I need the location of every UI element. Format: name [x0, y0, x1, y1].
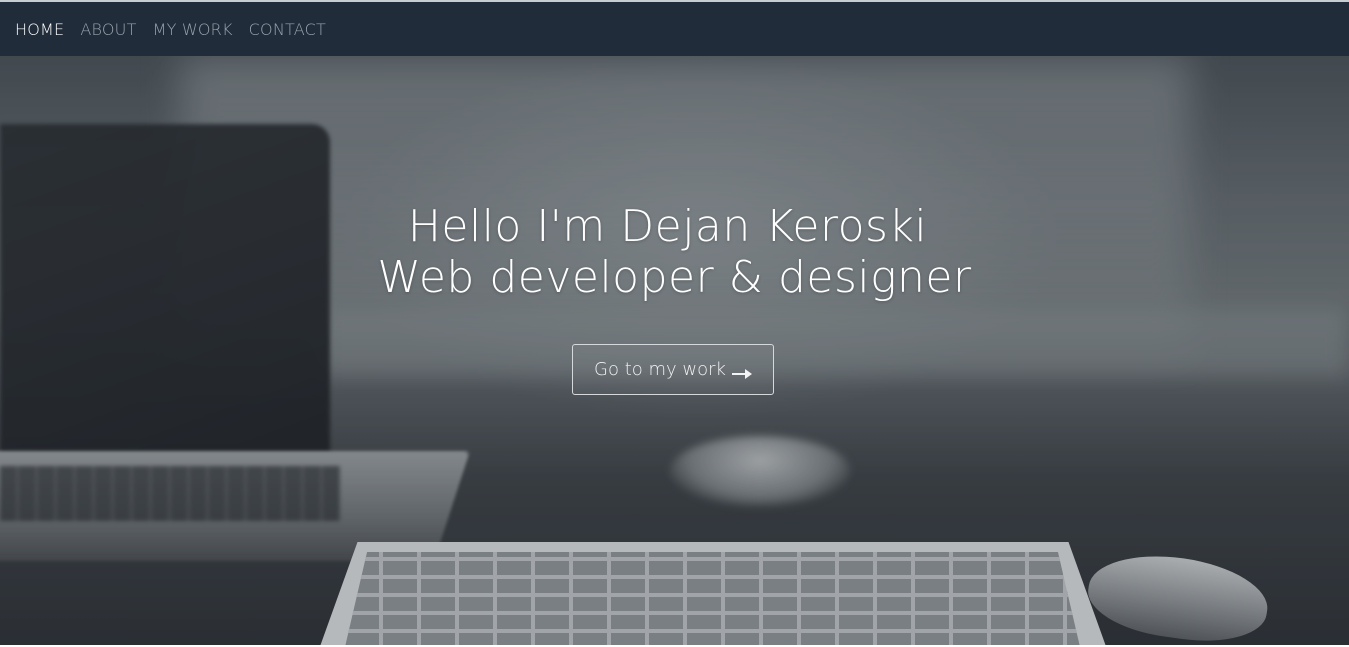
hero-section: Hello I'm Dejan Keroski Web developer & … — [0, 56, 1349, 645]
top-navbar: HOME ABOUT MY WORK CONTACT — [0, 2, 1349, 56]
arrow-right-icon — [731, 364, 752, 379]
page: HOME ABOUT MY WORK CONTACT Hello I'm Dej… — [0, 0, 1349, 647]
nav-item-home[interactable]: HOME — [15, 20, 64, 39]
nav-item-my-work[interactable]: MY WORK — [153, 20, 233, 39]
cta-label: Go to my work — [594, 359, 726, 380]
nav-item-about[interactable]: ABOUT — [80, 20, 136, 39]
hero-heading-name: Hello I'm Dejan Keroski — [407, 201, 928, 252]
go-to-my-work-button[interactable]: Go to my work — [572, 344, 774, 395]
nav-item-contact[interactable]: CONTACT — [249, 20, 326, 39]
hero-heading-role: Web developer & designer — [377, 252, 972, 303]
